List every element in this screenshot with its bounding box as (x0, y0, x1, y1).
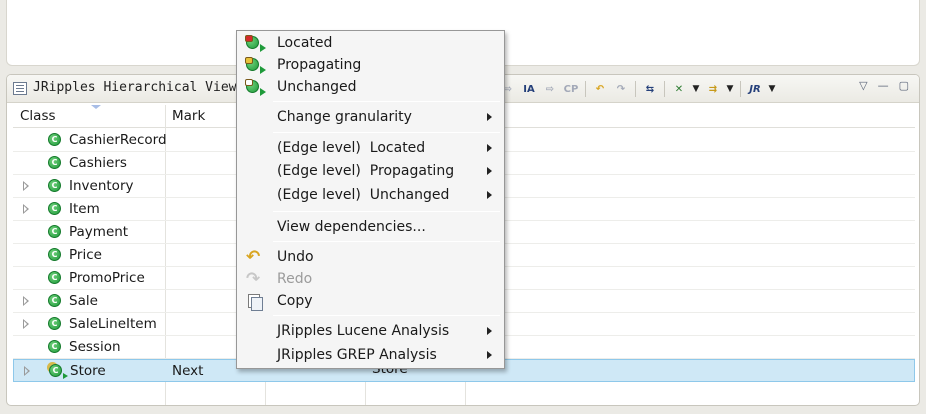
view-toolbar: ⇨ IA ⇨ CP ↶ ↷ ⇆ ✕ ▼ ⇉ ▼ JR ▼ (499, 80, 777, 98)
class-icon: C (48, 202, 61, 215)
toolbar-redo-icon[interactable]: ↷ (612, 80, 630, 98)
column-header-mark[interactable]: Mark (172, 108, 205, 124)
view-menu-icon[interactable]: ▽ (859, 79, 867, 92)
chevron-down-icon[interactable]: ▼ (767, 80, 777, 98)
toolbar-separator (740, 81, 741, 97)
class-icon: C (49, 364, 68, 379)
column-header-class[interactable]: Class (20, 108, 56, 124)
menu-item-propagating[interactable]: Propagating (237, 55, 504, 77)
view-title[interactable]: JRipples Hierarchical View (33, 80, 237, 95)
class-icon: C (48, 248, 61, 261)
cell-class: Session (69, 339, 121, 355)
cell-class: Cashiers (69, 155, 127, 171)
expand-arrow-icon[interactable] (23, 319, 29, 329)
menu-item-label: Unchanged (277, 79, 357, 95)
toolbar-analysis-icon[interactable]: ⇉ (704, 80, 722, 98)
unchanged-icon (245, 79, 268, 96)
cell-class: Item (69, 201, 100, 217)
menu-separator (273, 132, 500, 133)
menu-separator (273, 101, 500, 102)
cell-class: Inventory (69, 178, 134, 194)
cell-class: Price (69, 247, 102, 263)
menu-item-jripples-lucene-analysis[interactable]: JRipples Lucene Analysis (237, 321, 504, 343)
menu-item-label: (Edge level) Unchanged (277, 187, 450, 203)
toolbar-clear-icon[interactable]: ✕ (670, 80, 688, 98)
class-icon: C (48, 133, 61, 146)
toolbar-btn-2[interactable]: ⇨ (541, 80, 559, 98)
chevron-down-icon[interactable]: ▼ (725, 80, 735, 98)
menu-item-label: (Edge level) Located (277, 140, 426, 156)
menu-item-change-granularity[interactable]: Change granularity (237, 107, 504, 129)
cell-class: CashierRecord (69, 132, 167, 148)
expand-arrow-icon[interactable] (24, 366, 30, 376)
chevron-down-icon[interactable]: ▼ (691, 80, 701, 98)
expand-arrow-icon[interactable] (23, 296, 29, 306)
menu-item-label: View dependencies... (277, 219, 426, 235)
cell-mark: Next (172, 363, 204, 379)
class-icon: C (48, 294, 61, 307)
menu-item-label: Change granularity (277, 109, 412, 125)
cell-class: Store (70, 363, 106, 379)
menu-separator (273, 315, 500, 316)
toolbar-separator (664, 81, 665, 97)
menu-item-label: Copy (277, 293, 313, 309)
cell-class: Payment (69, 224, 129, 240)
menu-separator (273, 211, 500, 212)
menu-item-edge-level-propagating[interactable]: (Edge level) Propagating (237, 161, 504, 183)
class-icon: C (48, 179, 61, 192)
menu-item-undo[interactable]: Undo (237, 247, 504, 269)
class-icon: C (48, 340, 61, 353)
cell-class: SaleLineItem (69, 316, 157, 332)
menu-item-label: Undo (277, 249, 314, 265)
toolbar-btn-cp[interactable]: CP (562, 80, 580, 98)
menu-item-label: Propagating (277, 57, 362, 73)
menu-item-redo[interactable]: Redo (237, 269, 504, 291)
toolbar-btn-ia[interactable]: IA (520, 80, 538, 98)
context-menu: Located Propagating Unchanged Change granul… (236, 30, 505, 369)
located-icon (245, 35, 268, 52)
redo-icon (246, 269, 268, 289)
menu-item-unchanged[interactable]: Unchanged (237, 77, 504, 99)
menu-item-located[interactable]: Located (237, 33, 504, 55)
class-icon: C (48, 156, 61, 169)
class-icon: C (48, 225, 61, 238)
copy-icon (246, 294, 268, 311)
submenu-arrow-icon (487, 327, 492, 335)
minimize-icon[interactable]: — (878, 79, 889, 92)
menu-item-edge-level-located[interactable]: (Edge level) Located (237, 138, 504, 160)
maximize-icon[interactable]: ▢ (899, 79, 909, 92)
toolbar-undo-icon[interactable]: ↶ (591, 80, 609, 98)
menu-item-copy[interactable]: Copy (237, 291, 504, 313)
toolbar-separator (635, 81, 636, 97)
cell-class: Sale (69, 293, 98, 309)
menu-item-view-dependencies[interactable]: View dependencies... (237, 217, 504, 239)
menu-item-edge-level-unchanged[interactable]: (Edge level) Unchanged (237, 185, 504, 207)
view-list-icon (13, 82, 27, 95)
expand-arrow-icon[interactable] (23, 181, 29, 191)
expand-arrow-icon[interactable] (23, 204, 29, 214)
menu-item-label: Located (277, 35, 333, 51)
undo-icon (246, 247, 268, 267)
view-controls: ▽ — ▢ (859, 79, 909, 92)
menu-item-label: JRipples GREP Analysis (277, 347, 437, 363)
submenu-arrow-icon (487, 351, 492, 359)
submenu-arrow-icon (487, 167, 492, 175)
class-icon: C (48, 317, 61, 330)
cell-class: PromoPrice (69, 270, 145, 286)
toolbar-jr-icon[interactable]: JR (746, 80, 764, 98)
menu-separator (273, 241, 500, 242)
sort-arrow-icon (91, 105, 101, 109)
submenu-arrow-icon (487, 191, 492, 199)
submenu-arrow-icon (487, 144, 492, 152)
menu-item-label: (Edge level) Propagating (277, 163, 455, 179)
toolbar-sync-icon[interactable]: ⇆ (641, 80, 659, 98)
menu-item-label: JRipples Lucene Analysis (277, 323, 450, 339)
class-icon: C (48, 271, 61, 284)
menu-item-jripples-grep-analysis[interactable]: JRipples GREP Analysis (237, 345, 504, 367)
toolbar-separator (585, 81, 586, 97)
menu-item-label: Redo (277, 271, 313, 287)
submenu-arrow-icon (487, 113, 492, 121)
propagating-icon (245, 57, 268, 74)
